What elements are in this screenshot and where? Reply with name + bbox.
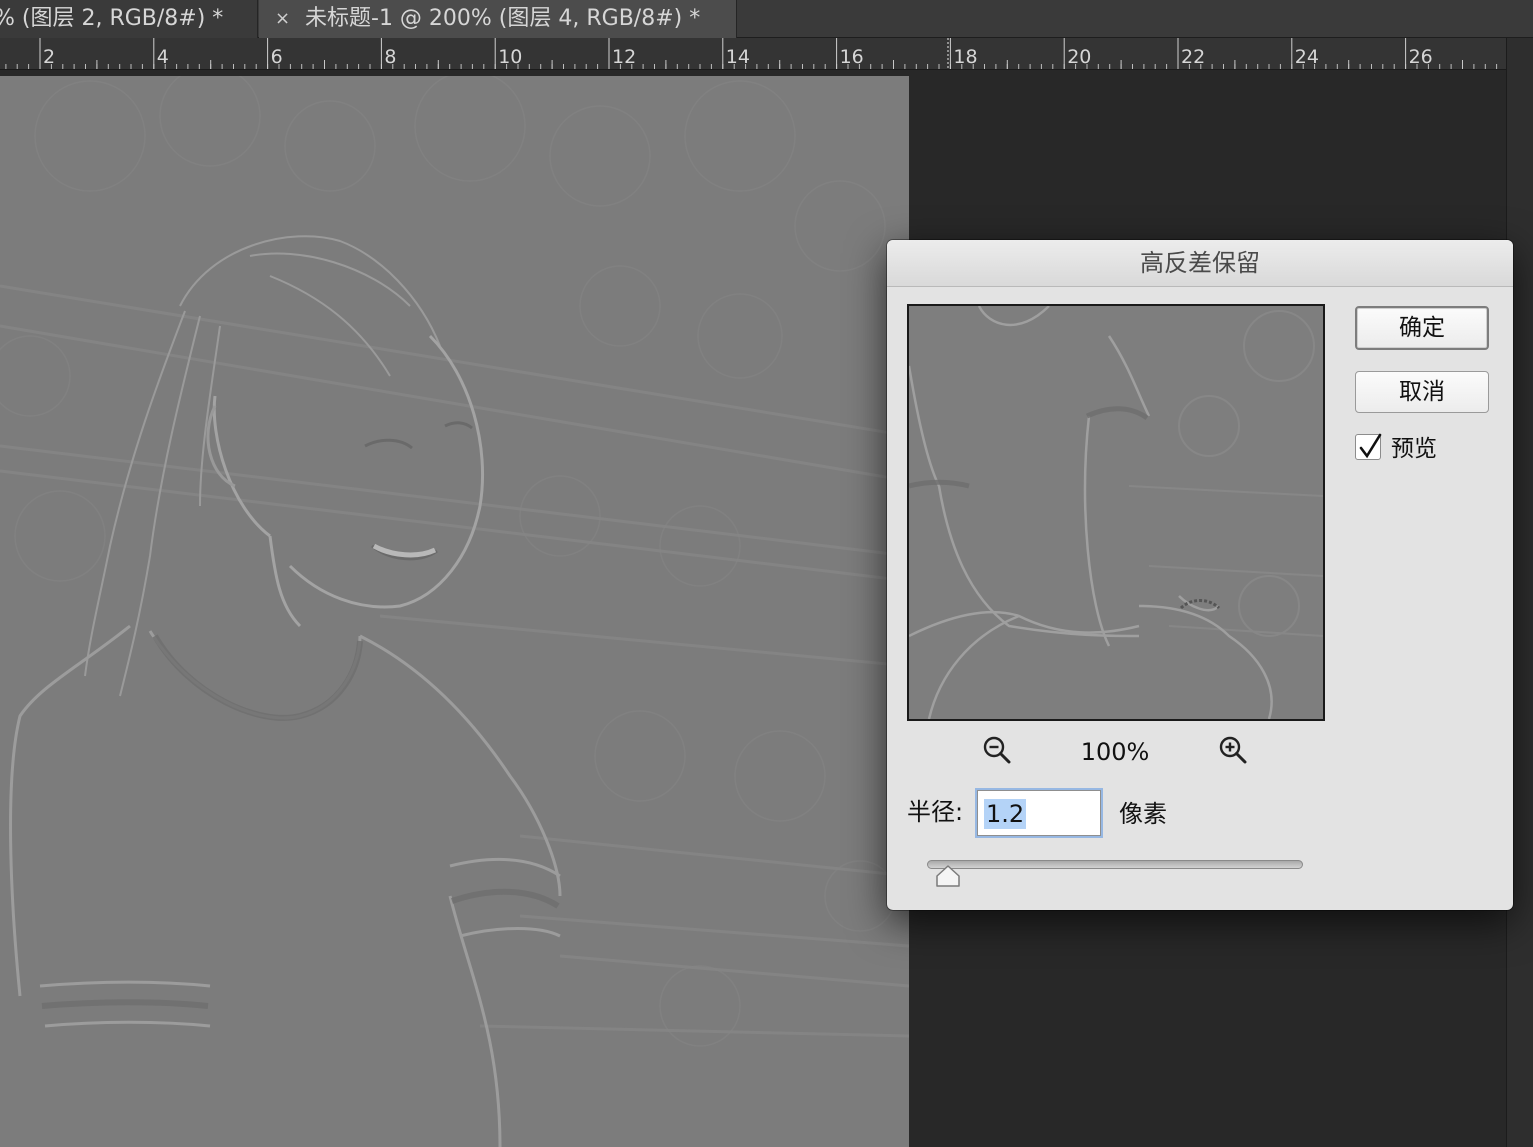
cancel-button[interactable]: 取消 xyxy=(1355,371,1489,413)
preview-image xyxy=(909,306,1323,719)
tab-label: 未标题-1 @ 200% (图层 4, RGB/8#) * xyxy=(305,6,701,31)
ruler-label: 26 xyxy=(1409,46,1433,68)
tab-document-inactive[interactable]: % (图层 2, RGB/8#) * xyxy=(0,0,258,38)
zoom-out-icon[interactable] xyxy=(981,734,1013,766)
ruler-label: 18 xyxy=(953,46,977,68)
ruler-label: 4 xyxy=(157,46,169,68)
high-pass-photo xyxy=(0,76,909,1147)
slider-thumb[interactable] xyxy=(935,864,961,888)
ruler-label: 20 xyxy=(1067,46,1091,68)
ruler-label: 24 xyxy=(1295,46,1319,68)
preview-checkbox[interactable] xyxy=(1355,433,1382,460)
ruler-label: 14 xyxy=(726,46,750,68)
document-canvas[interactable] xyxy=(0,76,909,1147)
radius-label: 半径: xyxy=(907,798,964,826)
radius-slider[interactable] xyxy=(927,860,1303,869)
high-pass-dialog: 高反差保留 确定 取消 预览 100% 半径: 1.2 像素 xyxy=(887,240,1513,910)
filter-preview[interactable] xyxy=(907,304,1325,721)
ruler-ticks: 2 4 6 8 10 12 14 16 18 20 22 24 26 xyxy=(5,38,1498,69)
pixels-unit-label: 像素 xyxy=(1119,800,1167,828)
dialog-title[interactable]: 高反差保留 xyxy=(887,240,1513,287)
ruler-label: 22 xyxy=(1181,46,1205,68)
ruler-label: 8 xyxy=(384,46,396,68)
document-tab-bar: % (图层 2, RGB/8#) * × 未标题-1 @ 200% (图层 4,… xyxy=(0,0,1533,38)
tab-label: % (图层 2, RGB/8#) * xyxy=(0,6,224,31)
ruler-label: 2 xyxy=(43,46,55,68)
close-icon[interactable]: × xyxy=(275,0,290,38)
ok-button[interactable]: 确定 xyxy=(1355,306,1489,350)
horizontal-ruler[interactable]: 2 4 6 8 10 12 14 16 18 20 22 24 26 xyxy=(0,38,1510,70)
zoom-level: 100% xyxy=(1080,738,1150,766)
radius-input[interactable]: 1.2 xyxy=(977,790,1101,836)
ruler-label: 10 xyxy=(498,46,522,68)
checkmark-icon xyxy=(1359,433,1382,459)
tab-document-active[interactable]: × 未标题-1 @ 200% (图层 4, RGB/8#) * xyxy=(259,0,737,38)
ruler-label: 12 xyxy=(612,46,636,68)
preview-label: 预览 xyxy=(1391,436,1437,462)
ruler-label: 16 xyxy=(840,46,864,68)
ruler-label: 6 xyxy=(271,46,283,68)
radius-value: 1.2 xyxy=(984,799,1027,829)
zoom-in-icon[interactable] xyxy=(1217,734,1249,766)
